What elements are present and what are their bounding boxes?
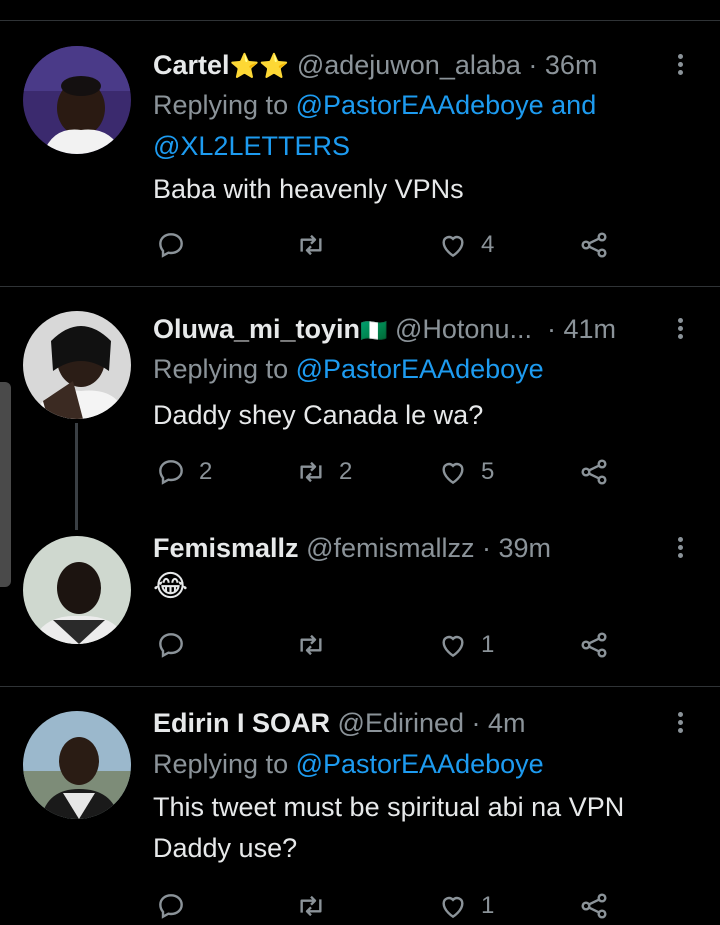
mention-link[interactable]: @XL2LETTERS xyxy=(153,131,350,161)
retweet-button[interactable] xyxy=(295,227,339,263)
tweet-header: Oluwa_mi_toyin🇳🇬 @Hotonu... · 41m xyxy=(153,311,660,347)
like-count: 5 xyxy=(481,458,495,485)
tweet[interactable]: Femismallz @femismallzz · 39m 😂 1 xyxy=(0,512,720,685)
more-vertical-icon[interactable] xyxy=(670,51,690,81)
display-name[interactable]: Cartel xyxy=(153,50,230,80)
replying-to: Replying to @PastorEAAdeboye xyxy=(153,349,693,390)
tweet-text-line: Daddy use? xyxy=(153,833,298,863)
timestamp[interactable]: · 4m xyxy=(472,708,526,738)
share-icon xyxy=(581,893,607,919)
display-name[interactable]: Edirin I SOAR xyxy=(153,708,330,738)
display-name[interactable]: Oluwa_mi_toyin xyxy=(153,314,360,344)
share-button[interactable] xyxy=(578,227,610,263)
display-name[interactable]: Femismallz xyxy=(153,533,299,563)
tweet-actions: 4 xyxy=(155,227,625,263)
retweet-icon xyxy=(300,234,322,256)
replying-prefix: Replying to xyxy=(153,749,296,779)
tweet-actions: 1 xyxy=(155,627,625,663)
avatar[interactable] xyxy=(23,46,131,154)
retweet-icon xyxy=(300,895,322,917)
share-icon xyxy=(581,232,607,258)
share-icon xyxy=(581,459,607,485)
mention-link[interactable]: @PastorEAAdeboye xyxy=(296,90,544,120)
tweet-text: Baba with heavenly VPNs xyxy=(153,174,464,204)
reply-button[interactable] xyxy=(155,888,199,924)
like-button[interactable]: 1 xyxy=(437,888,494,924)
tweet-text: 😂 xyxy=(153,570,189,603)
replying-to: Replying to @PastorEAAdeboye xyxy=(153,744,693,785)
retweet-button[interactable]: 2 xyxy=(295,454,352,490)
like-button[interactable]: 5 xyxy=(437,454,494,490)
tweet-text: This tweet must be spiritual abi na VPN … xyxy=(153,787,693,869)
nigeria-flag-icon: 🇳🇬 xyxy=(360,318,388,343)
like-count: 4 xyxy=(481,231,495,258)
like-count: 1 xyxy=(481,892,495,919)
timestamp[interactable]: · 36m xyxy=(528,50,597,80)
tweet[interactable]: Edirin I SOAR @Edirined · 4m Replying to… xyxy=(0,687,720,925)
replying-prefix: Replying to xyxy=(153,90,296,120)
share-button[interactable] xyxy=(578,454,610,490)
mention-link[interactable]: @PastorEAAdeboye xyxy=(296,749,544,779)
tweet-header: Femismallz @femismallzz · 39m xyxy=(153,530,660,566)
retweet-button[interactable] xyxy=(295,627,339,663)
reply-icon xyxy=(159,460,183,485)
reply-button[interactable] xyxy=(155,227,199,263)
avatar[interactable] xyxy=(23,311,131,419)
reply-icon xyxy=(159,894,183,919)
like-button[interactable]: 4 xyxy=(437,227,494,263)
handle[interactable]: @femismallzz xyxy=(306,533,474,563)
retweet-button[interactable] xyxy=(295,888,339,924)
timestamp[interactable]: · 39m xyxy=(482,533,551,563)
retweet-count: 2 xyxy=(339,458,353,485)
avatar[interactable] xyxy=(23,536,131,644)
handle[interactable]: @Hotonu... xyxy=(395,314,532,344)
timestamp[interactable]: · 41m xyxy=(547,314,616,344)
tweet[interactable]: Oluwa_mi_toyin🇳🇬 @Hotonu... · 41m Replyi… xyxy=(0,287,720,511)
heart-icon xyxy=(442,462,464,485)
tweet-header: Edirin I SOAR @Edirined · 4m xyxy=(153,705,660,741)
tweet-actions: 2 2 5 xyxy=(155,454,625,490)
star-badge-icon: ⭐⭐ xyxy=(229,53,290,80)
reply-icon xyxy=(159,233,183,258)
mention-join: and xyxy=(543,90,597,120)
heart-icon xyxy=(442,635,464,658)
share-button[interactable] xyxy=(578,627,610,663)
heart-icon xyxy=(442,235,464,258)
reply-icon xyxy=(159,633,183,658)
share-button[interactable] xyxy=(578,888,610,924)
mention-link[interactable]: @PastorEAAdeboye xyxy=(296,354,544,384)
heart-icon xyxy=(442,896,464,919)
tweet-actions: 1 xyxy=(155,888,625,924)
replying-prefix: Replying to xyxy=(153,354,296,384)
more-vertical-icon[interactable] xyxy=(670,534,690,564)
handle[interactable]: @Edirined xyxy=(338,708,464,738)
like-count: 1 xyxy=(481,631,495,658)
tweet[interactable]: Cartel⭐⭐ @adejuwon_alaba · 36m Replying … xyxy=(0,21,720,286)
share-icon xyxy=(581,632,607,658)
retweet-icon xyxy=(300,634,322,656)
more-vertical-icon[interactable] xyxy=(670,315,690,345)
tweet-header: Cartel⭐⭐ @adejuwon_alaba · 36m xyxy=(153,47,660,83)
reply-button[interactable] xyxy=(155,627,199,663)
retweet-icon xyxy=(300,461,322,483)
handle[interactable]: @adejuwon_alaba xyxy=(297,50,521,80)
replying-to: Replying to @PastorEAAdeboye and @XL2LET… xyxy=(153,85,693,167)
tweet-text: Daddy shey Canada le wa? xyxy=(153,400,484,430)
reply-count: 2 xyxy=(199,458,213,485)
more-vertical-icon[interactable] xyxy=(670,709,690,739)
tweet-text-line: This tweet must be spiritual abi na VPN xyxy=(153,792,625,822)
like-button[interactable]: 1 xyxy=(437,627,494,663)
avatar[interactable] xyxy=(23,711,131,819)
reply-button[interactable]: 2 xyxy=(155,454,212,490)
